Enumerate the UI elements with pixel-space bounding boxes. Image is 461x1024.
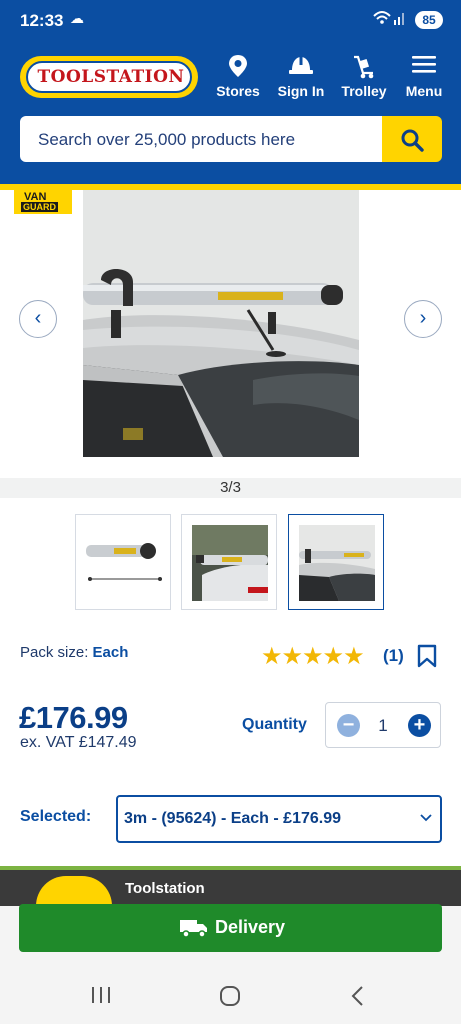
thumbnail-roof-tube[interactable] [75, 514, 171, 610]
nav-trolley[interactable]: Trolley [332, 54, 396, 104]
minus-icon: − [342, 714, 355, 736]
back-button[interactable] [350, 985, 366, 1013]
quantity-value[interactable]: 1 [372, 716, 394, 736]
delivery-button[interactable]: Delivery [19, 904, 442, 952]
review-count[interactable]: (1) [383, 646, 404, 666]
gallery-prev-button[interactable]: ‹ [19, 300, 57, 338]
quantity-label: Quantity [242, 716, 307, 733]
variant-select[interactable]: 3m - (95624) - Each - £176.99 [116, 795, 442, 843]
brand-badge: VAN GUARD [14, 190, 72, 214]
thumbnail-van-side[interactable] [181, 514, 277, 610]
toolstation-logo[interactable]: TOOLSTATION [20, 56, 198, 98]
nav-stores[interactable]: Stores [206, 54, 270, 104]
rating-stars[interactable]: ★★★★★ [261, 642, 365, 671]
star-icon: ★ [281, 643, 303, 670]
chevron-right-icon: › [419, 307, 427, 329]
product-price: £176.99 [19, 700, 128, 735]
hamburger-menu-icon [392, 54, 456, 80]
trolley-icon [332, 54, 396, 80]
location-pin-icon [206, 54, 270, 80]
quantity-decrease-button[interactable]: − [337, 714, 360, 737]
gallery-next-button[interactable]: › [404, 300, 442, 338]
status-bar: 12:33 ☁ 85 [0, 0, 461, 44]
nav-label: Stores [216, 83, 260, 99]
delivery-truck-icon [180, 920, 207, 938]
nav-menu[interactable]: Menu [392, 54, 456, 104]
site-header: TOOLSTATION Stores Sign In Trolley Menu [0, 44, 461, 184]
star-icon: ★ [261, 643, 282, 670]
pack-size-label: Pack size: [20, 644, 89, 661]
search-bar [20, 116, 382, 164]
brand-badge-line2: GUARD [21, 202, 58, 212]
star-icon: ★ [343, 643, 364, 670]
recent-apps-button[interactable] [90, 985, 112, 1011]
home-button[interactable] [219, 985, 241, 1013]
cloud-icon: ☁ [70, 10, 84, 26]
status-time: 12:33 [20, 11, 64, 30]
hard-hat-icon [269, 54, 333, 80]
product-main-image[interactable] [83, 190, 359, 457]
bookmark-icon [417, 644, 437, 668]
bookmark-button[interactable] [417, 644, 437, 673]
search-button[interactable] [382, 116, 442, 162]
thumbnail-van-roof[interactable] [288, 514, 384, 610]
delivery-label: Delivery [215, 917, 286, 937]
nav-label: Menu [405, 83, 443, 99]
quantity-increase-button[interactable]: + [408, 714, 431, 737]
price-ex-vat: ex. VAT £147.49 [20, 734, 137, 751]
chevron-left-icon: ‹ [34, 307, 42, 329]
pack-size-value: Each [92, 644, 129, 661]
star-icon: ★ [302, 643, 323, 670]
star-icon: ★ [322, 643, 344, 670]
promo-text: Toolstation [125, 880, 205, 897]
back-icon [351, 986, 363, 1006]
variant-select-value: 3m - (95624) - Each - £176.99 [124, 810, 342, 827]
search-input[interactable] [36, 116, 380, 164]
home-icon [220, 986, 240, 1006]
nav-label: Trolley [341, 83, 387, 99]
selected-label: Selected: [20, 808, 92, 825]
pack-size: Pack size: Each [20, 644, 128, 661]
chevron-down-icon [420, 809, 432, 825]
search-icon [401, 129, 424, 152]
gallery-counter: 3/3 [220, 479, 241, 496]
recent-apps-icon [92, 987, 110, 1003]
nav-label: Sign In [277, 83, 325, 99]
logo-inner: TOOLSTATION [26, 61, 192, 93]
plus-icon: + [413, 714, 426, 736]
wifi-signal-icon [372, 9, 408, 32]
battery-badge: 85 [415, 11, 443, 29]
nav-sign-in[interactable]: Sign In [269, 54, 333, 104]
logo-text: TOOLSTATION [37, 67, 185, 87]
